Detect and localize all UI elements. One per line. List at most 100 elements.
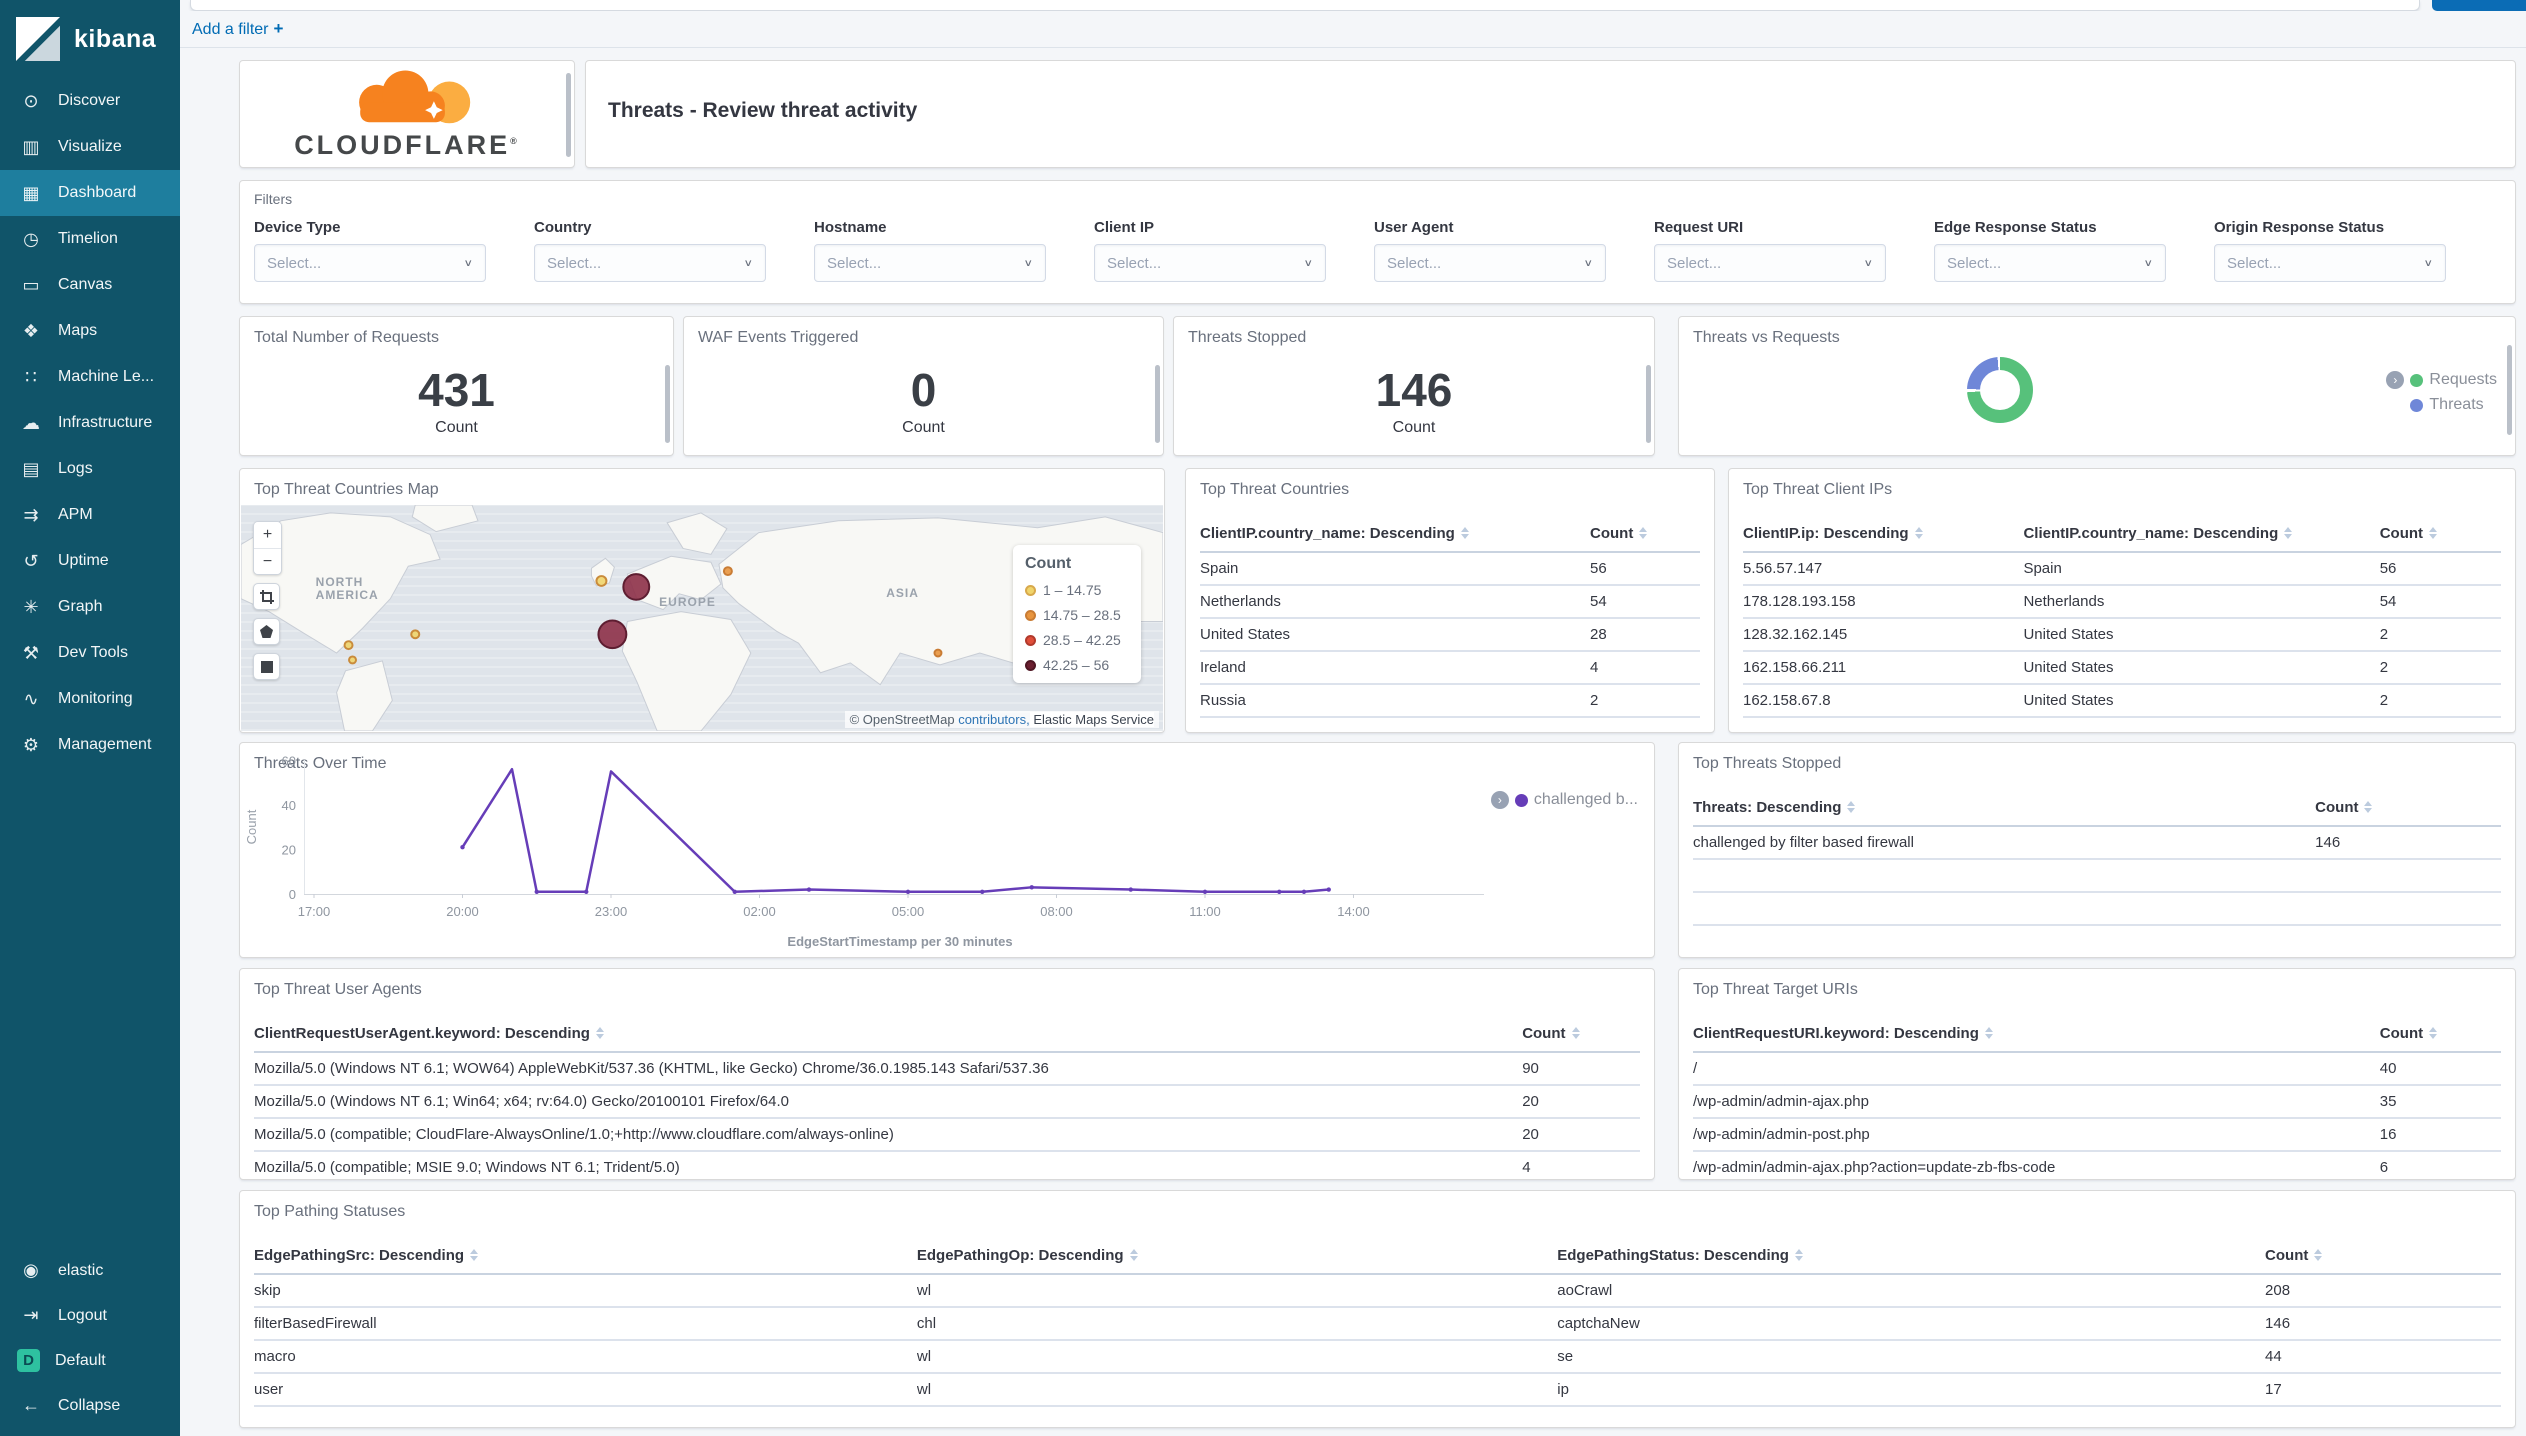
column-header[interactable]: Count — [1590, 525, 1700, 542]
legend-label[interactable]: Requests — [2429, 371, 2497, 389]
filter-select-country[interactable]: Select... ∨ — [534, 244, 766, 282]
discover-icon: ⊙ — [23, 90, 39, 111]
column-header-label: EdgePathingOp: Descending — [916, 1246, 1124, 1264]
sort-icon[interactable] — [1794, 1249, 1803, 1261]
world-map[interactable]: NORTH AMERICAEUROPEASIA + − Count 1 – — [241, 505, 1163, 731]
sort-icon[interactable] — [1639, 527, 1648, 539]
sort-icon[interactable] — [2284, 527, 2293, 539]
add-filter-link[interactable]: Add a filter + — [192, 19, 283, 39]
sort-icon[interactable] — [1129, 1249, 1138, 1261]
filter-select-edge-response-status[interactable]: Select... ∨ — [1934, 244, 2166, 282]
filter-select-user-agent[interactable]: Select... ∨ — [1374, 244, 1606, 282]
map-draw-rect-button[interactable] — [253, 653, 280, 680]
map-data-bubble[interactable] — [933, 648, 943, 658]
filter-select-client-ip[interactable]: Select... ∨ — [1094, 244, 1326, 282]
column-header[interactable]: ClientIP.country_name: Descending — [1200, 525, 1590, 542]
column-header[interactable]: EdgePathingOp: Descending — [917, 1247, 1557, 1264]
osm-contributors-link[interactable]: contributors, — [958, 712, 1030, 727]
filter-field-request-uri: Request URI Select... ∨ — [1654, 219, 1886, 282]
column-header[interactable]: EdgePathingStatus: Descending — [1557, 1247, 2265, 1264]
map-fit-bounds-button[interactable] — [253, 583, 280, 610]
filter-select-origin-response-status[interactable]: Select... ∨ — [2214, 244, 2446, 282]
sidebar-item-timelion[interactable]: ◷ Timelion — [0, 216, 180, 262]
series-legend-label[interactable]: challenged b... — [1534, 791, 1638, 809]
table-cell: wl — [916, 1348, 932, 1365]
sidebar-item-machine-le[interactable]: ∷ Machine Le... — [0, 354, 180, 400]
sort-icon[interactable] — [1847, 801, 1856, 813]
filter-select-device-type[interactable]: Select... ∨ — [254, 244, 486, 282]
sidebar-item-visualize[interactable]: ▥ Visualize — [0, 124, 180, 170]
sidebar-footer-default[interactable]: D Default — [0, 1338, 180, 1383]
column-header[interactable]: EdgePathingSrc: Descending — [254, 1247, 917, 1264]
legend-toggle-icon[interactable]: › — [2386, 371, 2405, 389]
update-button-fragment[interactable] — [2432, 0, 2526, 11]
sort-icon[interactable] — [2314, 1249, 2323, 1261]
sidebar-item-monitoring[interactable]: ∿ Monitoring — [0, 676, 180, 722]
svg-text:05:00: 05:00 — [892, 904, 925, 919]
sidebar-item-canvas[interactable]: ▭ Canvas — [0, 262, 180, 308]
panel-scrollbar[interactable] — [566, 73, 571, 157]
map-data-bubble[interactable] — [595, 575, 608, 587]
map-controls: + − — [253, 521, 282, 680]
map-data-bubble[interactable] — [597, 619, 628, 650]
sort-icon[interactable] — [1914, 527, 1923, 539]
sort-icon[interactable] — [1460, 527, 1469, 539]
column-header[interactable]: ClientIP.country_name: Descending — [2023, 525, 2379, 542]
sidebar-item-apm[interactable]: ⇉ APM — [0, 492, 180, 538]
column-header[interactable]: Count — [2380, 525, 2501, 542]
filter-select-hostname[interactable]: Select... ∨ — [814, 244, 1046, 282]
column-header[interactable]: Count — [1522, 1025, 1640, 1042]
sidebar-footer-elastic[interactable]: ◉ elastic — [0, 1248, 180, 1293]
kibana-logo[interactable]: kibana — [0, 0, 180, 78]
sidebar-item-maps[interactable]: ❖ Maps — [0, 308, 180, 354]
panel-scrollbar[interactable] — [665, 365, 670, 443]
panel-scrollbar[interactable] — [1155, 365, 1160, 443]
sidebar-item-dashboard[interactable]: ▦ Dashboard — [0, 170, 180, 216]
column-header[interactable]: ClientRequestURI.keyword: Descending — [1693, 1025, 2380, 1042]
select-placeholder: Select... — [547, 254, 602, 272]
sidebar-item-label: Uptime — [58, 552, 109, 569]
column-header[interactable]: Count — [2380, 1025, 2501, 1042]
map-zoom-out-button[interactable]: − — [254, 548, 281, 574]
query-bar[interactable] — [190, 0, 2420, 11]
sort-icon[interactable] — [470, 1249, 479, 1261]
column-header[interactable]: Count — [2265, 1247, 2501, 1264]
map-data-bubble[interactable] — [410, 629, 421, 640]
map-data-bubble[interactable] — [343, 640, 354, 651]
sidebar-item-discover[interactable]: ⊙ Discover — [0, 78, 180, 124]
sidebar-item-logs[interactable]: ▤ Logs — [0, 446, 180, 492]
filter-select-request-uri[interactable]: Select... ∨ — [1654, 244, 1886, 282]
apm-icon: ⇉ — [23, 504, 39, 525]
sort-icon[interactable] — [1571, 1027, 1580, 1039]
sort-icon[interactable] — [595, 1027, 604, 1039]
map-data-bubble[interactable] — [622, 573, 651, 601]
sidebar-item-management[interactable]: ⚙ Management — [0, 722, 180, 768]
panel-scrollbar[interactable] — [2507, 345, 2512, 435]
sidebar-footer-logout[interactable]: ⇥ Logout — [0, 1293, 180, 1338]
sort-icon[interactable] — [1984, 1027, 1993, 1039]
sidebar-item-graph[interactable]: ✳ Graph — [0, 584, 180, 630]
legend-toggle-icon[interactable]: › — [1490, 791, 1509, 809]
map-zoom-in-button[interactable]: + — [254, 522, 281, 548]
threats-vs-requests-donut[interactable] — [1967, 357, 2033, 423]
map-data-bubble[interactable] — [722, 566, 733, 577]
threats-over-time-chart[interactable]: 0 20 40 60 17:00 20:00 23:00 02:00 05:00 08:00 11:… — [240, 743, 1654, 957]
column-header[interactable]: Threats: Descending — [1693, 799, 2315, 816]
sort-icon[interactable] — [2429, 1027, 2438, 1039]
map-draw-polygon-button[interactable] — [253, 618, 280, 645]
sort-icon[interactable] — [2429, 527, 2438, 539]
column-header[interactable]: Count — [2315, 799, 2501, 816]
table-header-row: Threats: Descending Count — [1693, 789, 2501, 827]
sidebar-item-dev-tools[interactable]: ⚒ Dev Tools — [0, 630, 180, 676]
sidebar-item-label: Discover — [58, 92, 121, 109]
sidebar-footer-collapse[interactable]: ← Collapse — [0, 1383, 180, 1428]
sort-icon[interactable] — [2364, 801, 2373, 813]
column-header[interactable]: ClientIP.ip: Descending — [1743, 525, 2023, 542]
sidebar-item-uptime[interactable]: ↺ Uptime — [0, 538, 180, 584]
column-header[interactable]: ClientRequestUserAgent.keyword: Descendi… — [254, 1025, 1522, 1042]
legend-label[interactable]: Threats — [2429, 396, 2483, 414]
map-data-bubble[interactable] — [348, 655, 357, 665]
panel-scrollbar[interactable] — [1646, 365, 1651, 443]
sidebar-item-infrastructure[interactable]: ☁ Infrastructure — [0, 400, 180, 446]
visualize-icon: ▥ — [22, 136, 40, 157]
